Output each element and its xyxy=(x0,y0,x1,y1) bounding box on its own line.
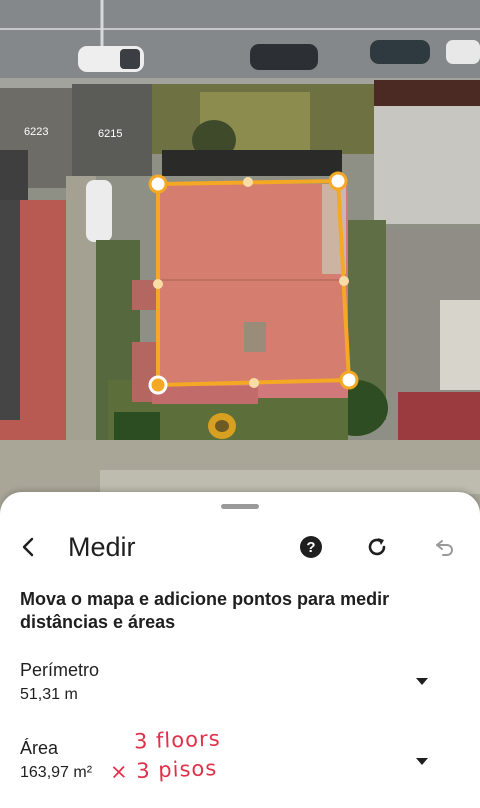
vertex-point[interactable] xyxy=(148,174,168,194)
midpoint-handle[interactable] xyxy=(243,177,253,187)
svg-text:?: ? xyxy=(306,539,315,556)
street xyxy=(0,0,480,78)
chevron-left-icon xyxy=(22,537,34,557)
midpoint-handle[interactable] xyxy=(153,279,163,289)
back-button[interactable] xyxy=(12,530,46,564)
perimeter-value: 51,31 m xyxy=(20,686,78,703)
satellite-map[interactable]: 6223 6215 xyxy=(0,0,480,520)
help-icon: ? xyxy=(300,536,322,558)
handwritten-annotation-floors: 3 floors xyxy=(133,726,221,754)
car xyxy=(250,44,318,70)
vertex-point[interactable] xyxy=(339,370,359,390)
undo-button[interactable] xyxy=(430,532,460,562)
area-expand-button[interactable] xyxy=(410,749,434,773)
midpoint-handle[interactable] xyxy=(249,378,259,388)
parked-car xyxy=(86,180,112,242)
drag-handle[interactable] xyxy=(221,504,259,509)
page-title: Medir xyxy=(68,532,136,562)
area-row[interactable]: Área 163,97 m² xyxy=(0,737,480,797)
perimeter-expand-button[interactable] xyxy=(410,669,434,693)
area-value: 163,97 m² xyxy=(20,764,93,781)
sheet-header: Medir ? xyxy=(0,526,480,568)
perimeter-row[interactable]: Perímetro 51,31 m xyxy=(0,659,480,719)
parcel-label: 6215 xyxy=(98,128,122,140)
handwritten-annotation-pisos: × 3 pisos xyxy=(109,756,218,784)
parcel-label: 6223 xyxy=(24,126,48,138)
vertex-point[interactable] xyxy=(328,171,348,191)
redo-icon xyxy=(368,538,386,556)
caret-down-icon xyxy=(416,758,428,765)
caret-down-icon xyxy=(416,678,428,685)
redo-button[interactable] xyxy=(362,532,392,562)
undo-icon xyxy=(436,540,453,556)
midpoint-handle[interactable] xyxy=(339,276,349,286)
vertex-point-active[interactable] xyxy=(148,375,168,395)
instructions-text: Mova o mapa e adicione pontos para medir… xyxy=(20,589,390,632)
car xyxy=(370,40,430,64)
help-button[interactable]: ? xyxy=(296,532,326,562)
area-label: Área xyxy=(20,738,59,758)
measured-area-outline xyxy=(156,178,352,388)
measure-sheet: Medir ? Mova o mapa e adicione pontos pa… xyxy=(0,492,480,808)
perimeter-label: Perímetro xyxy=(20,660,100,680)
car xyxy=(446,40,480,64)
